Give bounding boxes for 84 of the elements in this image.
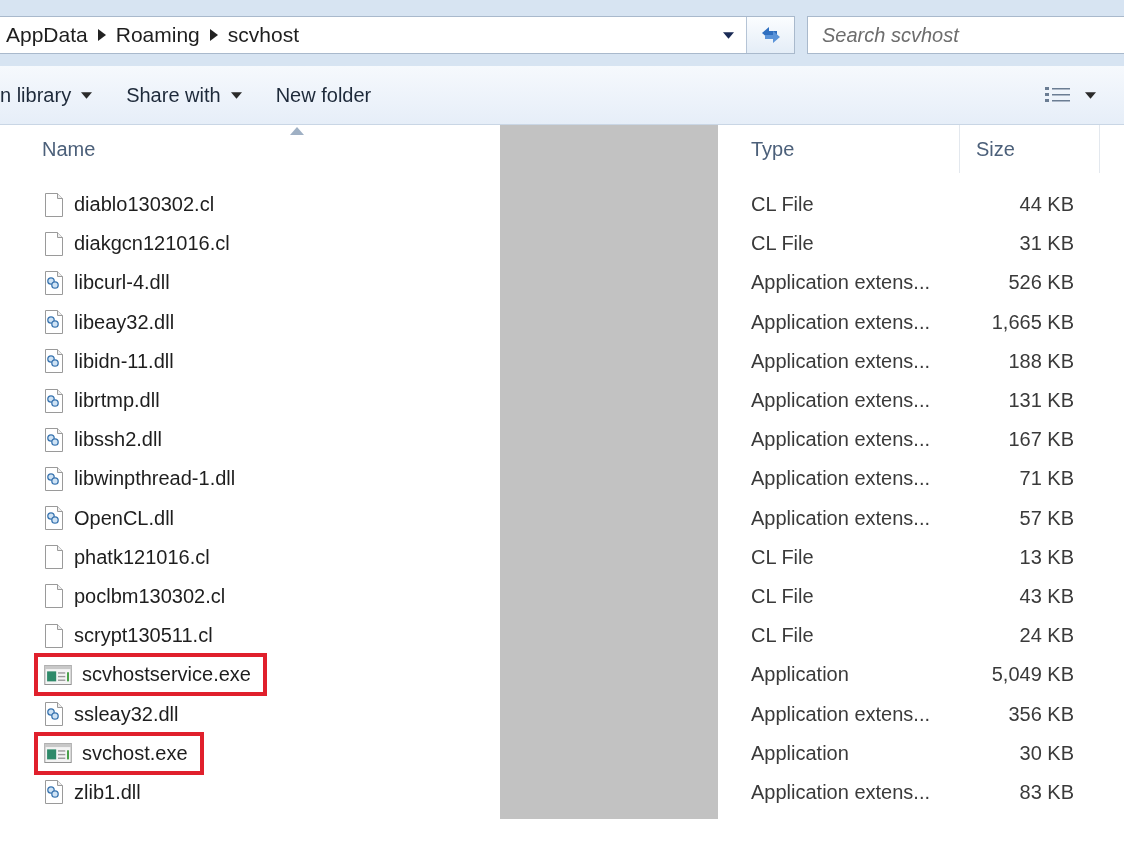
column-header[interactable]: Name bbox=[0, 125, 735, 173]
file-size: 356 KB bbox=[1007, 702, 1075, 726]
application-window-icon bbox=[44, 664, 72, 685]
document-icon bbox=[44, 545, 64, 570]
chevron-right-icon bbox=[209, 29, 218, 41]
breadcrumb[interactable]: AppData bbox=[6, 23, 88, 47]
file-name[interactable]: phatk121016.cl bbox=[74, 543, 214, 571]
document-icon bbox=[44, 623, 64, 648]
caret-down-icon bbox=[230, 91, 242, 99]
file-size: 31 KB bbox=[1018, 232, 1075, 256]
file-name[interactable]: libcurl-4.dll bbox=[74, 269, 174, 297]
file-name[interactable]: libssh2.dll bbox=[74, 426, 166, 454]
file-name[interactable]: OpenCL.dll bbox=[74, 504, 179, 532]
file-name[interactable]: scrypt130511.cl bbox=[74, 622, 217, 650]
file-size: 24 KB bbox=[1018, 624, 1075, 648]
file-name[interactable]: librtmp.dll bbox=[74, 387, 164, 415]
chevron-right-icon bbox=[97, 29, 106, 41]
column-header[interactable]: Size bbox=[960, 125, 1100, 173]
toolbar-button[interactable]: Share with bbox=[126, 77, 264, 113]
sort-ascending-icon bbox=[290, 127, 304, 135]
file-type: Application extens... bbox=[750, 310, 931, 334]
document-icon bbox=[44, 231, 64, 256]
gear-document-icon bbox=[44, 466, 64, 491]
breadcrumb[interactable]: Roaming bbox=[115, 23, 200, 47]
file-type: Application extens... bbox=[750, 271, 931, 295]
file-size: 131 KB bbox=[1007, 389, 1075, 413]
document-icon bbox=[44, 192, 64, 217]
file-size: 167 KB bbox=[1007, 428, 1075, 452]
file-size: 44 KB bbox=[1018, 193, 1075, 217]
file-type: Application extens... bbox=[750, 428, 931, 452]
file-type: Application bbox=[750, 741, 850, 765]
application-window-icon bbox=[44, 743, 72, 764]
file-size: 30 KB bbox=[1018, 741, 1075, 765]
file-type: CL File bbox=[750, 545, 815, 569]
file-name[interactable]: diakgcn121016.cl bbox=[74, 230, 234, 258]
file-type: CL File bbox=[750, 232, 815, 256]
file-size: 43 KB bbox=[1018, 584, 1075, 608]
gear-document-icon bbox=[44, 349, 64, 374]
file-type: CL File bbox=[750, 584, 815, 608]
gear-document-icon bbox=[44, 310, 64, 335]
caret-down-icon bbox=[1085, 91, 1096, 99]
breadcrumb[interactable]: scvhost bbox=[227, 23, 299, 47]
file-name[interactable]: libwinpthread-1.dll bbox=[74, 465, 240, 493]
file-size: 5,049 KB bbox=[990, 663, 1075, 687]
gear-document-icon bbox=[44, 780, 64, 805]
gear-document-icon bbox=[44, 270, 64, 295]
file-size: 57 KB bbox=[1018, 506, 1075, 530]
toolbar-button[interactable]: n library bbox=[0, 77, 115, 113]
file-type: Application bbox=[750, 663, 850, 687]
file-size: 188 KB bbox=[1007, 349, 1075, 373]
file-type: Application extens... bbox=[750, 467, 931, 491]
details-view-icon bbox=[1045, 86, 1071, 104]
search-field[interactable]: Search scvhost bbox=[807, 16, 1124, 54]
file-type: Application extens... bbox=[750, 702, 931, 726]
file-type: CL File bbox=[750, 193, 815, 217]
caret-down-icon bbox=[81, 91, 93, 99]
column-header[interactable]: Type bbox=[735, 125, 960, 173]
file-type: Application extens... bbox=[750, 389, 931, 413]
document-icon bbox=[44, 584, 64, 609]
file-type: Application extens... bbox=[750, 780, 931, 804]
file-name[interactable]: libidn-11.dll bbox=[74, 347, 178, 375]
file-size: 83 KB bbox=[1018, 780, 1075, 804]
file-size: 13 KB bbox=[1018, 545, 1075, 569]
toolbar-button[interactable]: New folder bbox=[275, 77, 394, 113]
gear-document-icon bbox=[44, 388, 64, 413]
gear-document-icon bbox=[44, 506, 64, 531]
file-name[interactable]: svchost.exe bbox=[82, 739, 192, 767]
file-name[interactable]: diablo130302.cl bbox=[74, 191, 219, 219]
file-size: 71 KB bbox=[1018, 467, 1075, 491]
file-size: 1,665 KB bbox=[990, 310, 1075, 334]
gear-document-icon bbox=[44, 427, 64, 452]
gear-document-icon bbox=[44, 702, 64, 727]
file-type: Application extens... bbox=[750, 349, 931, 373]
dropdown-arrow-icon[interactable] bbox=[722, 31, 734, 39]
file-type: CL File bbox=[750, 624, 815, 648]
file-name[interactable]: scvhostservice.exe bbox=[82, 661, 255, 689]
file-name[interactable]: libeay32.dll bbox=[74, 308, 179, 336]
address-bar[interactable]: AppData Roaming scvhost bbox=[0, 16, 795, 54]
file-name[interactable]: ssleay32.dll bbox=[74, 700, 183, 728]
file-size: 526 KB bbox=[1007, 271, 1075, 295]
file-name[interactable]: poclbm130302.cl bbox=[74, 582, 230, 610]
file-name[interactable]: zlib1.dll bbox=[74, 778, 145, 806]
refresh-button[interactable] bbox=[746, 17, 794, 53]
file-type: Application extens... bbox=[750, 506, 931, 530]
